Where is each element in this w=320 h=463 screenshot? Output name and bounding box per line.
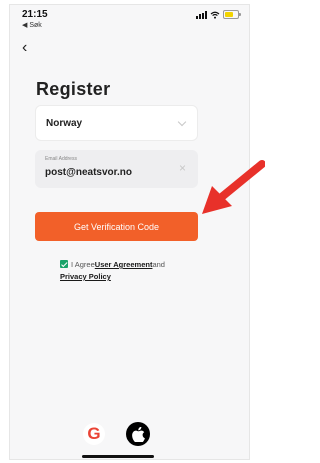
apple-login-button[interactable] [126,422,150,446]
country-select[interactable]: Norway [35,105,198,141]
google-icon: G [87,424,101,443]
signal-icon [196,10,207,19]
back-button[interactable]: ‹ [22,40,27,56]
home-indicator [82,455,154,458]
agree-text: I Agree [71,260,95,269]
email-value: post@neatsvor.no [45,167,132,178]
agreement-checkbox[interactable] [60,260,68,268]
agreement-row: I AgreeUser Agreementand [60,258,220,272]
status-time: 21:15 [22,9,48,20]
apple-logo-icon [131,426,145,442]
get-verification-code-button[interactable]: Get Verification Code [35,212,198,241]
email-label: Email Address [45,156,77,162]
user-agreement-link[interactable]: User Agreement [95,260,153,269]
phone-screen: 21:15 ◀ Søk ‹ Register Norway Email Addr… [9,4,250,460]
country-value: Norway [46,118,83,129]
chevron-down-icon [177,117,187,127]
back-to-app-link[interactable]: ◀ Søk [22,21,42,29]
privacy-policy-link[interactable]: Privacy Policy [60,272,111,281]
wifi-icon [210,11,220,19]
red-arrow-annotation [202,160,265,214]
clear-icon[interactable]: × [179,161,186,175]
email-field[interactable]: Email Address post@neatsvor.no × [35,150,198,188]
google-login-button[interactable]: G [83,423,105,445]
battery-icon [223,10,241,19]
page-title: Register [36,79,111,99]
status-icons [196,10,241,19]
status-bar: 21:15 ◀ Søk [22,9,241,31]
and-text: and [152,260,165,269]
